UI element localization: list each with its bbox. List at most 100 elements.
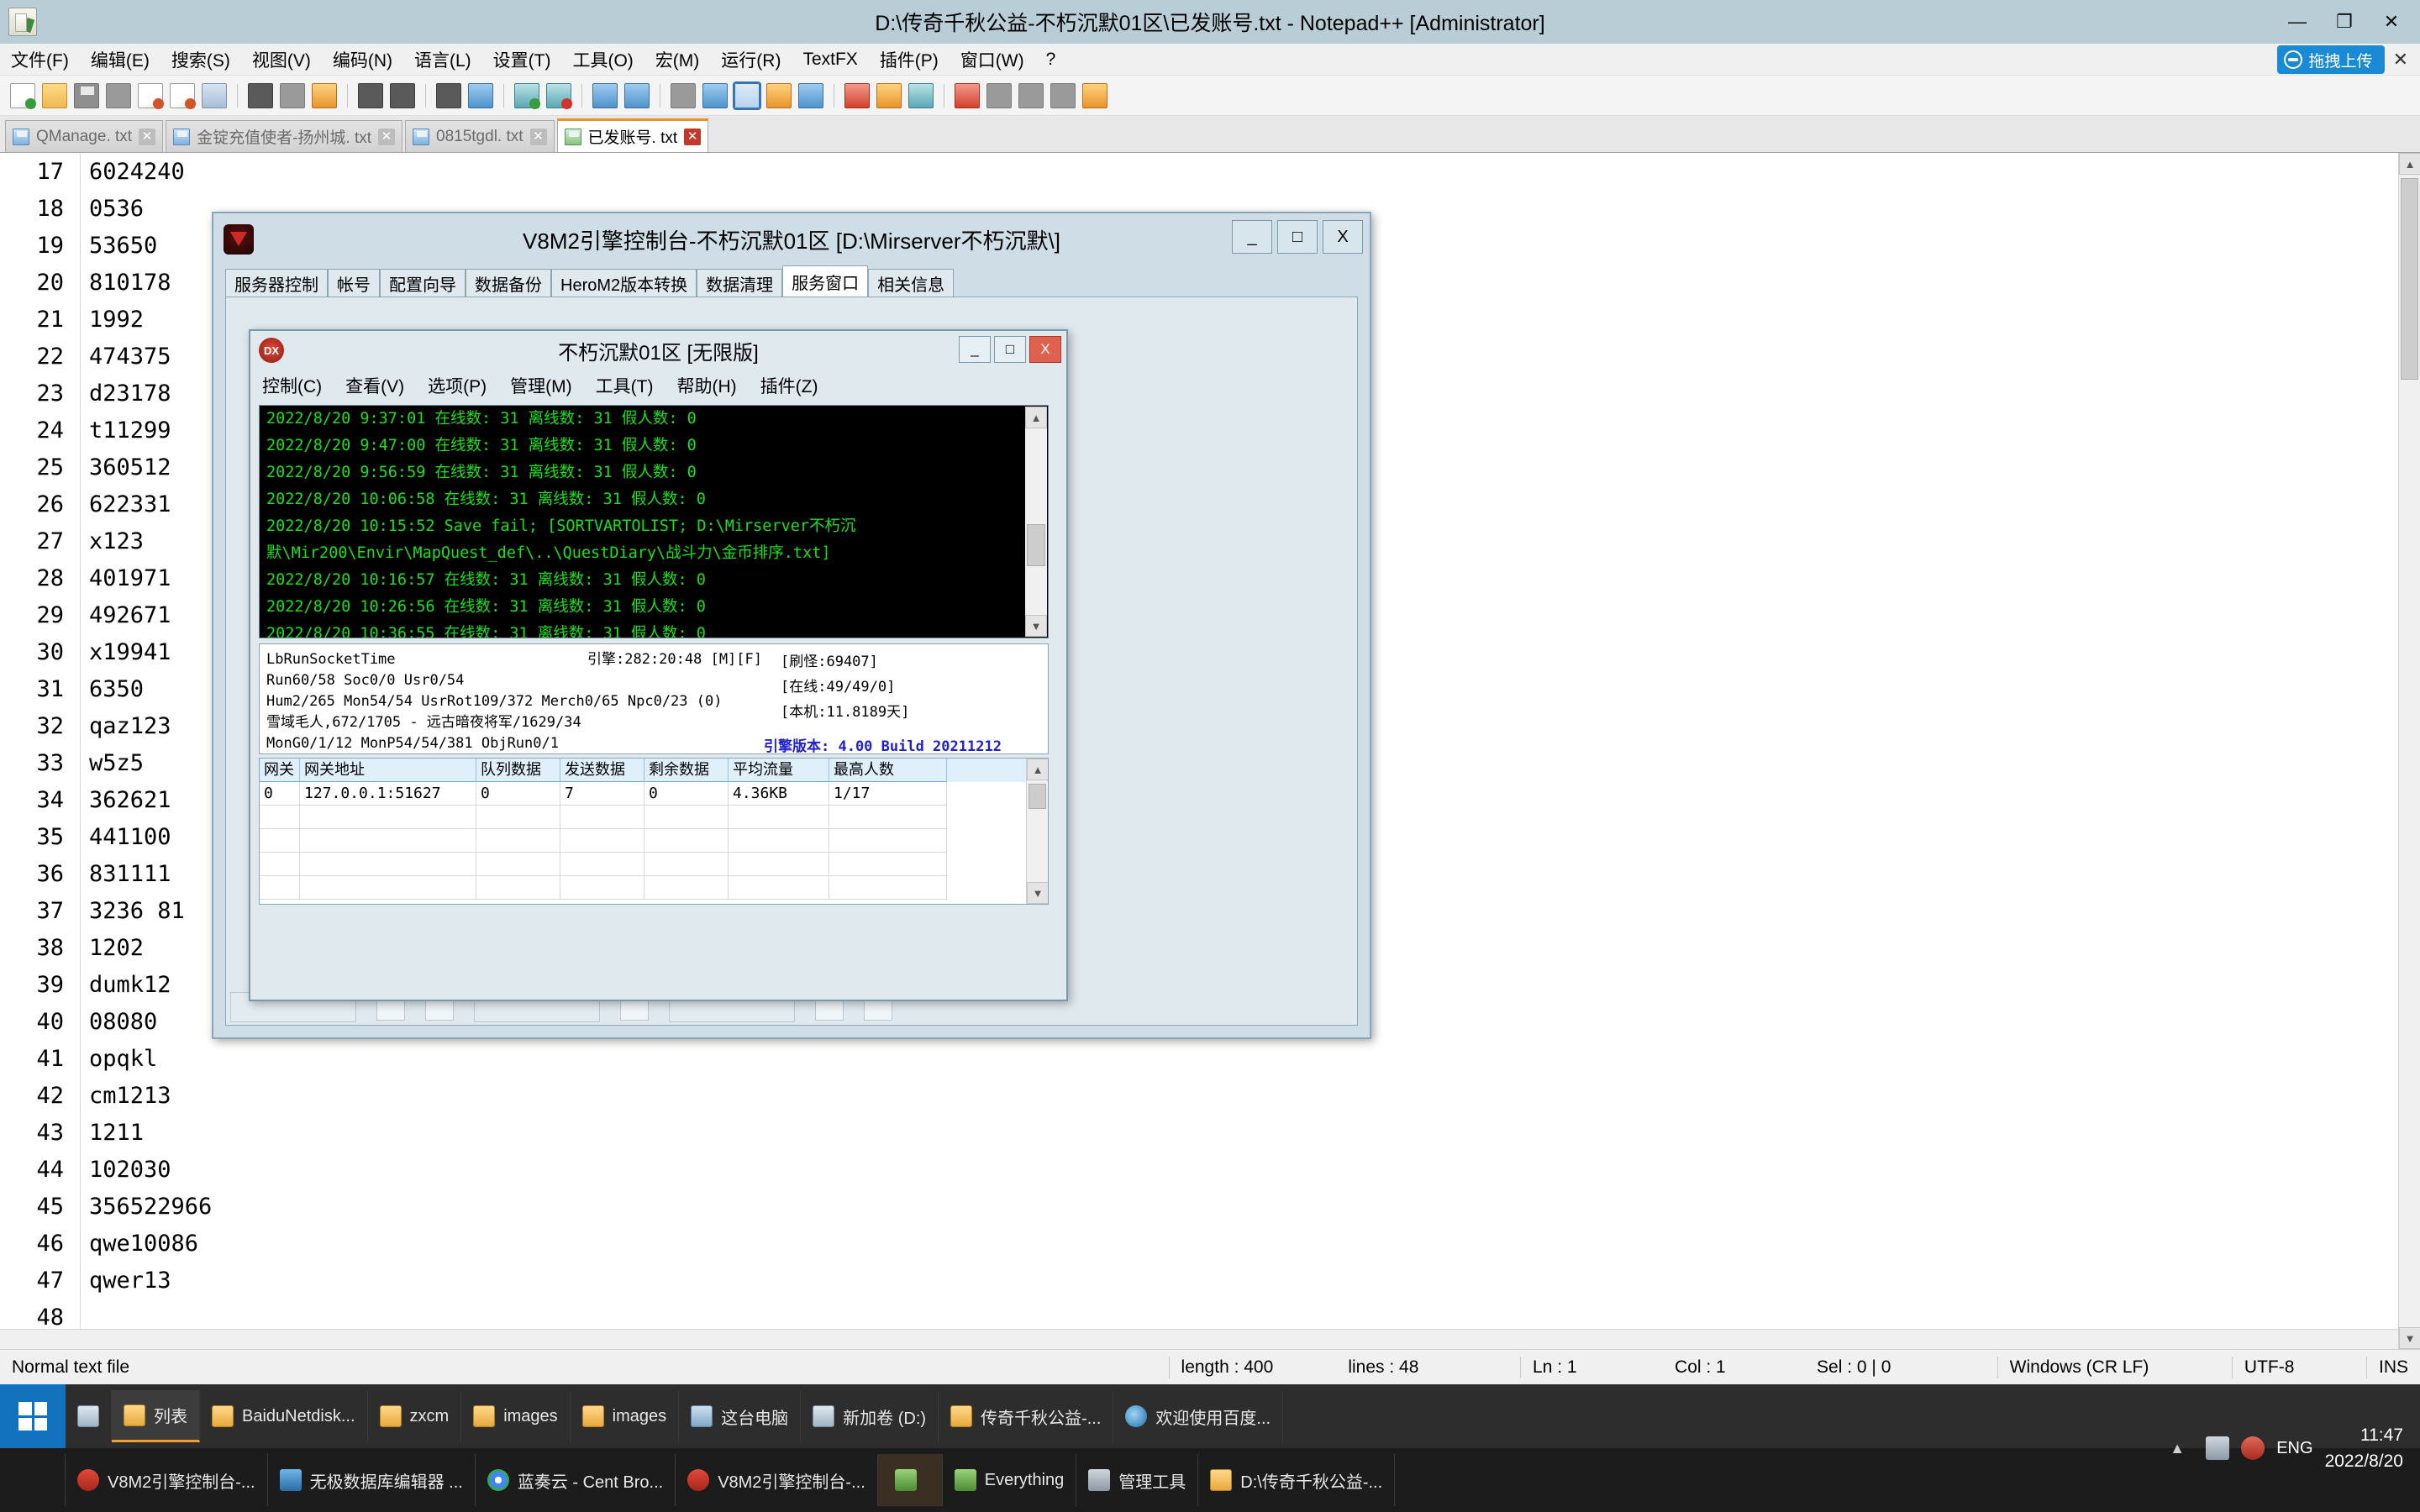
record-macro-icon[interactable] [955,82,980,108]
menu-textfx[interactable]: TextFX [792,48,868,71]
start-button[interactable] [0,1384,66,1448]
taskbar-item-lanzou-cent-browser[interactable]: 蓝奏云 - Cent Bro... [476,1454,676,1506]
scrollbar-thumb[interactable] [1028,784,1046,809]
scroll-down-icon[interactable]: ▼ [1027,882,1048,904]
menu-plugins[interactable]: 插件(P) [869,45,950,74]
gsw-close-button[interactable]: X [1029,336,1061,363]
taskbar-item-everything[interactable]: Everything [943,1454,1077,1506]
menu-file[interactable]: 文件(F) [0,45,80,74]
paste-icon[interactable] [312,82,337,108]
gsw-menu-control[interactable]: 控制(C) [262,373,322,398]
taskbar-item-forum-banner[interactable] [877,1454,943,1506]
taskbar-item-printer[interactable] [66,1390,112,1442]
stop-macro-icon[interactable] [986,82,1012,108]
v8m2-tab-related-info[interactable]: 相关信息 [868,269,955,297]
taskbar-item-explorer-path[interactable]: D:\传奇千秋公益-... [1198,1454,1396,1506]
gsw-menu-plugins[interactable]: 插件(Z) [760,373,818,398]
func-list-icon[interactable] [844,82,870,108]
redo-icon[interactable] [390,82,415,108]
taskbar-item-baidu-welcome[interactable]: 欢迎使用百度... [1113,1390,1284,1442]
menu-macro[interactable]: 宏(M) [644,45,710,74]
save-icon[interactable] [74,82,99,108]
save-macro-icon[interactable] [1082,82,1107,108]
scroll-down-icon[interactable]: ▼ [1025,615,1047,637]
gsw-menu-tools[interactable]: 工具(T) [596,373,654,398]
document-tab-jinding[interactable]: 金锭充值使者-扬州城. txt ✕ [166,120,403,152]
table-row[interactable]: 0 127.0.0.1:51627 0 7 0 4.36KB 1/17 [260,782,1048,806]
zoom-out-icon[interactable] [546,82,572,109]
undo-icon[interactable] [358,82,383,108]
sync-horizontal-icon[interactable] [624,82,650,108]
v8m2-tab-service-window[interactable]: 服务窗口 [782,265,869,297]
menu-run[interactable]: 运行(R) [710,45,792,74]
monitoring-icon[interactable] [908,82,934,108]
tab-close-icon[interactable]: ✕ [378,128,396,145]
menu-settings[interactable]: 设置(T) [482,45,562,74]
cut-icon[interactable] [248,82,273,108]
user-language-icon[interactable] [766,82,792,108]
scroll-down-icon[interactable]: ▼ [2399,1327,2420,1349]
tray-icon-antivirus[interactable] [2241,1436,2265,1460]
gsw-menu-manage[interactable]: 管理(M) [510,373,571,398]
save-all-icon[interactable] [106,82,131,108]
table-row[interactable] [260,853,1048,876]
close-all-icon[interactable] [170,82,196,109]
v8m2-tab-server-control[interactable]: 服务器控制 [225,269,328,297]
menu-tools[interactable]: 工具(O) [561,45,644,74]
v8m2-tab-data-cleanup[interactable]: 数据清理 [697,269,783,297]
close-document-icon[interactable]: ✕ [2393,49,2408,71]
play-multi-macro-icon[interactable] [1050,82,1076,108]
tab-close-icon[interactable]: ✕ [139,128,156,145]
taskbar-item-v8m2-console-1[interactable]: V8M2引擎控制台-... [66,1454,268,1506]
gsw-menu-view[interactable]: 查看(V) [345,373,404,398]
all-chars-icon[interactable] [702,82,728,108]
gateway-table[interactable]: 网关 网关地址 队列数据 发送数据 剩余数据 平均流量 最高人数 0 127.0… [259,758,1049,905]
scroll-up-icon[interactable]: ▲ [1027,759,1048,780]
taskbar-item-zxcm[interactable]: zxcm [368,1390,462,1442]
gsw-menu-options[interactable]: 选项(P) [428,373,487,398]
scrollbar-thumb[interactable] [1027,524,1045,566]
gsw-menu-help[interactable]: 帮助(H) [676,373,736,398]
taskbar-item-list[interactable]: 列表 [112,1390,200,1442]
clock[interactable]: 11:47 2022/8/20 [2325,1422,2403,1475]
v8m2-tab-data-backup[interactable]: 数据备份 [466,269,551,297]
menu-edit[interactable]: 编辑(E) [80,45,160,74]
taskbar-item-this-pc[interactable]: 这台电脑 [679,1390,802,1442]
taskbar-item-images-1[interactable]: images [461,1390,571,1442]
document-tab-0815tgdl[interactable]: 0815tgdl. txt ✕ [405,120,555,152]
taskbar-item-admin-tools[interactable]: 管理工具 [1076,1454,1199,1506]
taskbar-item-images-2[interactable]: images [571,1390,680,1442]
v8m2-minimize-button[interactable]: _ [1232,220,1272,254]
taskbar-item-new-volume-d[interactable]: 新加卷 (D:) [801,1390,939,1442]
maximize-button[interactable]: ❐ [2321,3,2368,40]
gsw-maximize-button[interactable]: □ [994,336,1026,363]
folder-workspace-icon[interactable] [876,82,902,108]
menu-window[interactable]: 窗口(W) [950,45,1035,74]
taskbar-item-db-editor[interactable]: 无极数据库编辑器 ... [268,1454,476,1506]
document-tab-qmanage[interactable]: QManage. txt ✕ [5,120,164,152]
editor-vertical-scrollbar[interactable]: ▲ ▼ [2398,153,2420,1349]
word-wrap-icon[interactable] [671,82,696,108]
taskbar-item-chuanqi-qianqiu[interactable]: 传奇千秋公益-... [939,1390,1114,1442]
new-file-icon[interactable] [10,82,36,109]
v8m2-tab-herom2-convert[interactable]: HeroM2版本转换 [551,269,697,297]
editor-horizontal-scrollbar[interactable] [0,1329,2398,1349]
table-vertical-scrollbar[interactable]: ▲ ▼ [1026,759,1048,904]
doc-map-icon[interactable] [798,82,823,108]
tray-icon-network[interactable] [2206,1436,2230,1460]
v8m2-maximize-button[interactable]: □ [1277,220,1318,254]
document-tab-yifazhanghao[interactable]: 已发账号. txt ✕ [556,118,709,152]
indent-guide-icon[interactable] [733,81,761,110]
language-indicator[interactable]: ENG [2276,1439,2312,1458]
replace-icon[interactable] [468,82,493,108]
sync-vertical-icon[interactable] [592,82,618,108]
table-row[interactable] [260,829,1048,853]
v8m2-close-button[interactable]: X [1323,220,1363,254]
minimize-button[interactable]: — [2274,3,2321,40]
game-server-window[interactable]: DX 不朽沉默01区 [无限版] _ □ X 控制(C) 查看(V) 选项(P)… [249,329,1068,1001]
scroll-up-icon[interactable]: ▲ [2399,153,2420,175]
taskbar-item-v8m2-console-2[interactable]: V8M2引擎控制台-... [676,1454,878,1506]
menu-language[interactable]: 语言(L) [403,45,482,74]
play-macro-icon[interactable] [1018,82,1044,108]
v8m2-tab-account[interactable]: 帐号 [328,269,380,297]
